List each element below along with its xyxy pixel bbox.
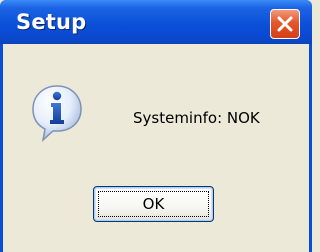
close-icon: [277, 16, 293, 32]
ok-button-label: OK: [142, 195, 165, 213]
window-title: Setup: [16, 10, 87, 34]
title-bar[interactable]: Setup: [0, 0, 312, 44]
close-button[interactable]: [270, 9, 300, 39]
information-icon: [32, 85, 82, 142]
dialog-body: Systeminfo: NOK OK: [3, 44, 309, 252]
setup-dialog-window: Setup Systeminfo: NOK OK: [0, 0, 312, 252]
dialog-message: Systeminfo: NOK: [133, 109, 260, 127]
ok-button[interactable]: OK: [93, 186, 214, 222]
